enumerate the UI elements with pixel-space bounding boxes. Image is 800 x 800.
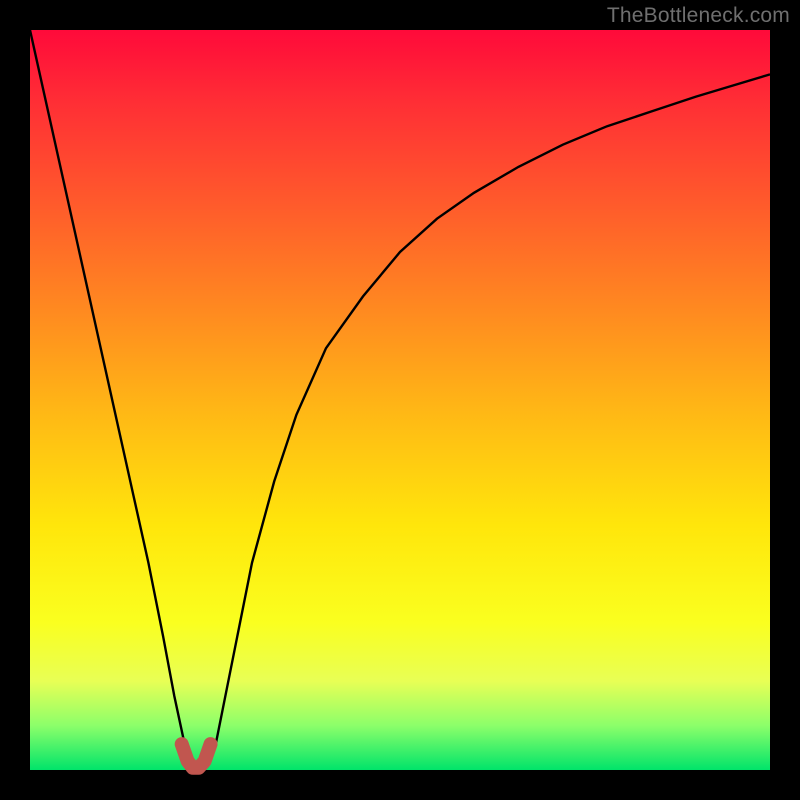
curve-svg — [30, 30, 770, 770]
bottleneck-curve — [30, 30, 770, 770]
plot-area — [30, 30, 770, 770]
highlight-knee — [182, 744, 211, 768]
watermark-text: TheBottleneck.com — [607, 4, 790, 28]
chart-frame: TheBottleneck.com — [0, 0, 800, 800]
